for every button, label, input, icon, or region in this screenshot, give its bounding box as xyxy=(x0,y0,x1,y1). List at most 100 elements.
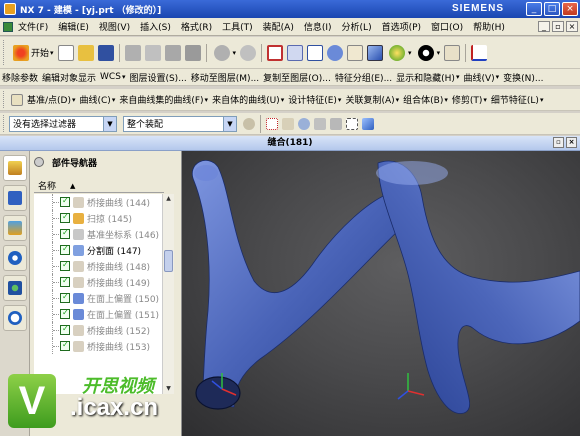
y-branch-model-left[interactable] xyxy=(191,160,416,410)
tab-constraint-navigator[interactable] xyxy=(3,215,27,241)
curve-from-bodies-button[interactable]: 来自体的曲线(U) xyxy=(210,92,286,108)
menu-format[interactable]: 格式(R) xyxy=(176,20,217,33)
toolbar-grip[interactable] xyxy=(3,40,6,65)
selection-scope-select[interactable]: 整个装配 ▼ xyxy=(123,115,237,132)
shaded-icon[interactable] xyxy=(367,44,384,61)
move-to-layer-button[interactable]: 移动至图层(M)... xyxy=(189,69,261,85)
tree-row[interactable]: 基准坐标系 (146) xyxy=(34,226,162,242)
menu-edit[interactable]: 编辑(E) xyxy=(53,20,94,33)
pan-icon[interactable] xyxy=(347,44,364,61)
transform-button[interactable]: 变换(N)... xyxy=(501,69,545,85)
doc-minimize-button[interactable]: _ xyxy=(538,21,550,32)
material-button[interactable] xyxy=(385,42,414,64)
visibility-checkbox[interactable] xyxy=(60,196,70,207)
tree-row[interactable]: 分割面 (147) xyxy=(34,242,162,258)
copy-icon[interactable] xyxy=(144,44,161,61)
tab-assembly-navigator[interactable] xyxy=(3,185,27,211)
doc-close-button[interactable]: × xyxy=(566,21,578,32)
save-icon[interactable] xyxy=(97,44,114,61)
graphics-close-button[interactable]: × xyxy=(566,137,577,148)
delete-icon[interactable] xyxy=(184,44,201,61)
tab-part-navigator[interactable] xyxy=(3,155,27,181)
menu-help[interactable]: 帮助(H) xyxy=(468,20,510,33)
minimize-button[interactable]: _ xyxy=(526,2,542,16)
menu-insert[interactable]: 插入(S) xyxy=(135,20,176,33)
menu-window[interactable]: 窗口(O) xyxy=(426,20,468,33)
tree-row[interactable]: 桥接曲线 (148) xyxy=(34,258,162,274)
associative-copy-button[interactable]: 关联复制(A) xyxy=(343,92,401,108)
zoom-box-icon[interactable] xyxy=(307,44,324,61)
visibility-checkbox[interactable] xyxy=(60,228,70,239)
y-branch-model-right[interactable] xyxy=(376,160,580,414)
menu-tools[interactable]: 工具(T) xyxy=(217,20,258,33)
menu-analysis[interactable]: 分析(L) xyxy=(337,20,377,33)
open-icon[interactable] xyxy=(77,44,94,61)
body-select-icon[interactable] xyxy=(362,117,374,130)
tree-row[interactable]: 在面上偏置 (150) xyxy=(34,290,162,306)
model-view[interactable] xyxy=(182,151,580,436)
visibility-checkbox[interactable] xyxy=(60,308,70,319)
display-button[interactable] xyxy=(414,42,443,64)
curve-menu-button[interactable]: 曲线(V) xyxy=(461,69,501,85)
toolbar-grip[interactable] xyxy=(3,91,6,108)
layer-settings-button[interactable]: 图层设置(S)... xyxy=(127,69,188,85)
pin-icon[interactable] xyxy=(34,157,44,167)
rotate-icon[interactable] xyxy=(327,44,344,61)
datum-point-button[interactable]: 基准/点(D) xyxy=(25,92,78,108)
feature-group-button[interactable]: 特征分组(E)... xyxy=(333,69,394,85)
tab-history[interactable] xyxy=(3,305,27,331)
tree-row[interactable]: 桥接曲线 (152) xyxy=(34,322,162,338)
edit-display-button[interactable]: 编辑对象显示 xyxy=(40,69,98,85)
fit-icon[interactable] xyxy=(267,44,284,61)
snap-point-icon[interactable] xyxy=(266,117,278,130)
navigator-scrollbar[interactable]: ▲ ▼ xyxy=(162,194,174,394)
zoom-icon[interactable] xyxy=(287,44,304,61)
tree-row[interactable]: 扫掠 (145) xyxy=(34,210,162,226)
scroll-thumb[interactable] xyxy=(164,250,173,272)
undo-select-icon[interactable] xyxy=(314,117,326,130)
menu-view[interactable]: 视图(V) xyxy=(94,20,135,33)
visibility-checkbox[interactable] xyxy=(60,244,70,255)
menu-file[interactable]: 文件(F) xyxy=(13,20,53,33)
nx-app-icon[interactable] xyxy=(4,3,16,15)
tree-row[interactable]: 在面上偏置 (151) xyxy=(34,306,162,322)
wcs-icon[interactable] xyxy=(471,44,488,61)
feature-select-icon[interactable] xyxy=(298,117,310,130)
redo-icon[interactable] xyxy=(240,44,257,61)
arrow-icon[interactable] xyxy=(282,117,294,130)
design-feature-button[interactable]: 设计特征(E) xyxy=(286,92,343,108)
curve-from-curves-button[interactable]: 来自曲线集的曲线(F) xyxy=(117,92,210,108)
maximize-button[interactable]: □ xyxy=(544,2,560,16)
render-icon[interactable] xyxy=(444,44,461,61)
paste-icon[interactable] xyxy=(164,44,181,61)
tree-row[interactable]: 桥接曲线 (153) xyxy=(34,338,162,354)
show-hide-button[interactable]: 显示和隐藏(H) xyxy=(394,69,461,85)
tab-web-browser[interactable] xyxy=(3,245,27,271)
rectangle-select-icon[interactable] xyxy=(346,117,358,130)
menu-preferences[interactable]: 首选项(P) xyxy=(377,20,426,33)
doc-restore-button[interactable]: ▫ xyxy=(552,21,564,32)
graphics-restore-button[interactable]: ▫ xyxy=(553,137,564,148)
settings-icon[interactable] xyxy=(243,117,255,130)
type-filter-select[interactable]: 没有选择过滤器 ▼ xyxy=(9,115,117,132)
trim-button[interactable]: 修剪(T) xyxy=(450,92,489,108)
undo-button[interactable] xyxy=(210,42,239,64)
visibility-checkbox[interactable] xyxy=(60,340,70,351)
scroll-up-icon[interactable]: ▲ xyxy=(164,194,173,204)
tree-row[interactable]: 桥接曲线 (144) xyxy=(34,194,162,210)
cut-icon[interactable] xyxy=(124,44,141,61)
toolbar-grip[interactable] xyxy=(3,115,6,132)
combine-button[interactable]: 组合体(B) xyxy=(401,92,450,108)
visibility-checkbox[interactable] xyxy=(60,212,70,223)
nx-menu-icon[interactable] xyxy=(3,21,13,32)
tab-palette[interactable] xyxy=(3,275,27,301)
name-column-header[interactable]: 名称 ▲ xyxy=(34,179,164,193)
new-icon[interactable] xyxy=(57,44,74,61)
close-button[interactable]: × xyxy=(562,2,578,16)
menu-info[interactable]: 信息(I) xyxy=(299,20,337,33)
remove-params-button[interactable]: 移除参数 xyxy=(0,69,40,85)
copy-to-layer-button[interactable]: 复制至图层(O)... xyxy=(261,69,333,85)
visibility-checkbox[interactable] xyxy=(60,324,70,335)
visibility-checkbox[interactable] xyxy=(60,292,70,303)
detail-feature-button[interactable]: 细节特征(L) xyxy=(489,92,546,108)
